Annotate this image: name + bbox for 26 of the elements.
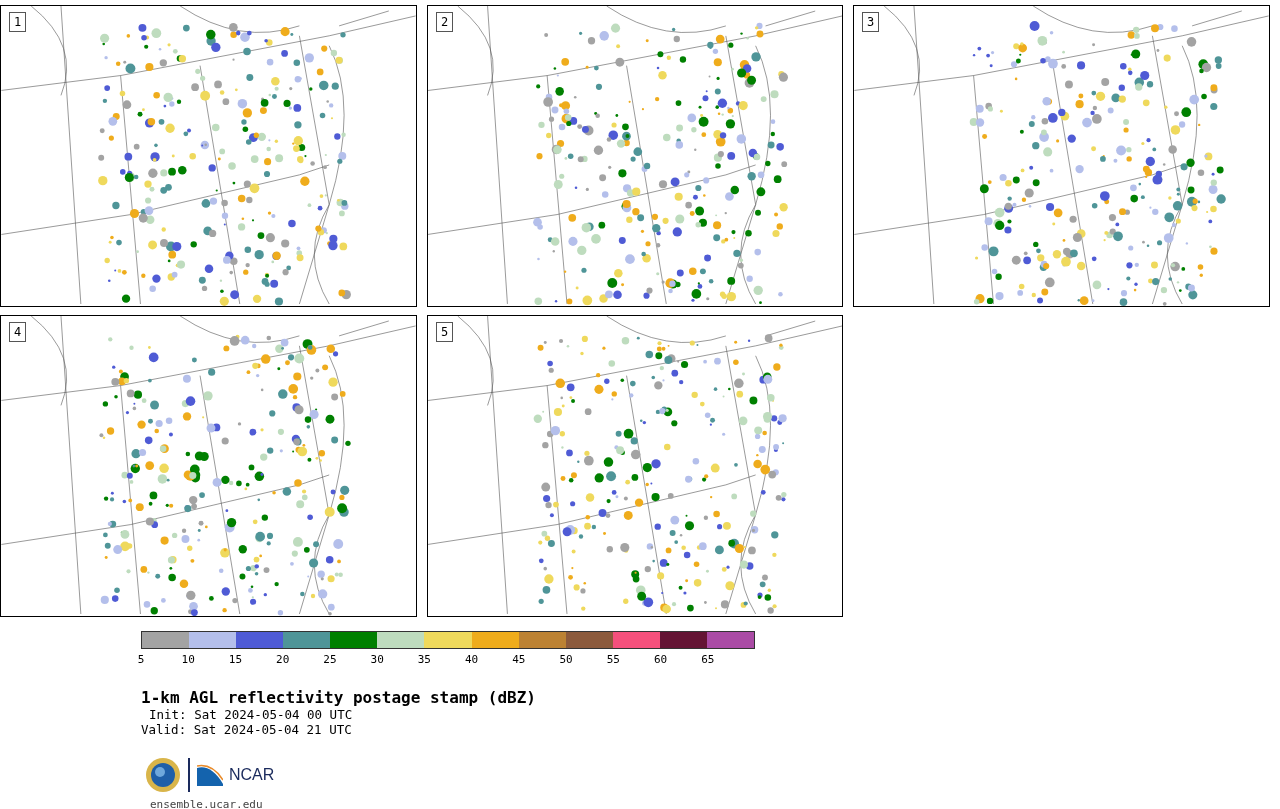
logo-text: NCAR: [229, 765, 275, 785]
arc-logo-icon: [197, 764, 223, 786]
website-url: ensemble.ucar.edu: [150, 797, 264, 809]
tick-label: 55: [606, 654, 620, 666]
panel-number: 3: [862, 12, 880, 32]
panel-number: 4: [9, 322, 27, 342]
globe-seal-icon: [145, 757, 181, 793]
panel-number: 1: [9, 12, 27, 32]
tick-label: 5: [137, 654, 145, 666]
tick-label: 50: [559, 654, 573, 666]
tick-label: 60: [653, 654, 668, 666]
tick-label: 10: [181, 654, 195, 666]
chart-title: 1-km AGL reflectivity postage stamp (dBZ): [141, 689, 537, 707]
tick-label: 25: [323, 654, 337, 666]
panel-number: 5: [436, 322, 454, 342]
tick-label: 20: [276, 654, 290, 666]
divider-line-icon: [187, 758, 191, 792]
init-time: Init: Sat 2024-05-04 00 UTC: [148, 707, 354, 722]
tick-label: 35: [417, 654, 431, 666]
valid-time: Valid: Sat 2024-05-04 21 UTC: [141, 722, 353, 737]
tick-label: 40: [465, 654, 479, 666]
tick-label: 45: [512, 654, 526, 666]
tick-label: 30: [370, 654, 384, 666]
panel-number: 2: [436, 12, 454, 32]
tick-label: 65: [701, 654, 715, 666]
tick-label: 15: [228, 654, 243, 666]
